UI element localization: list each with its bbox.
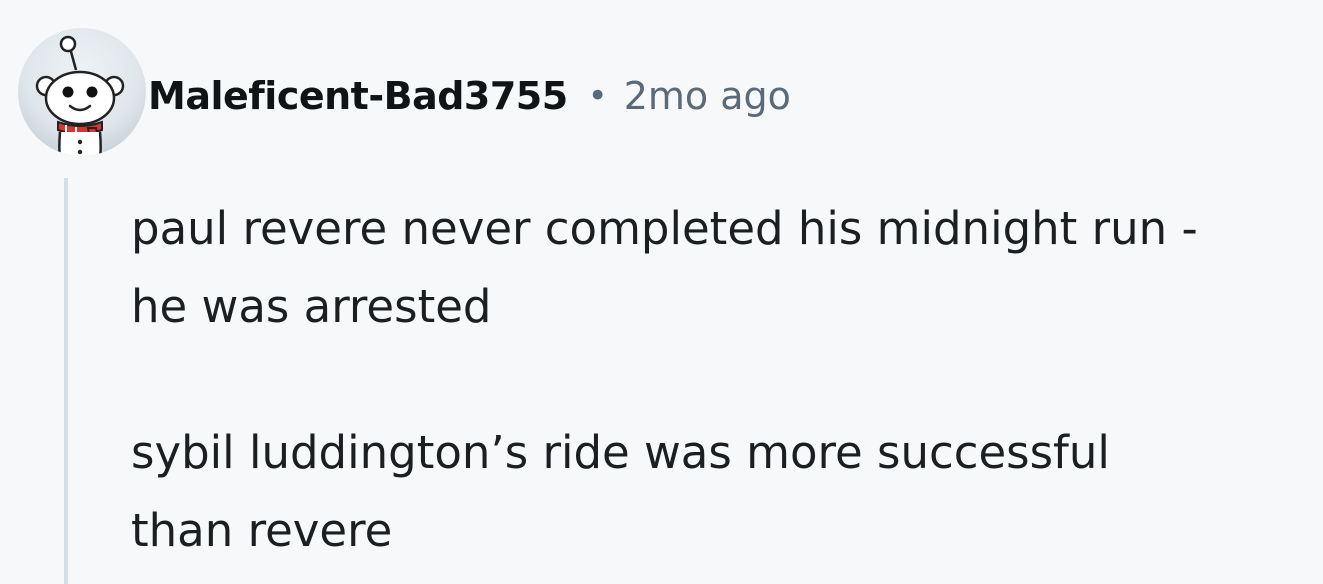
comment-header: Maleficent-Bad3755 • 2mo ago (148, 64, 791, 128)
separator-dot: • (587, 76, 608, 116)
comment: Maleficent-Bad3755 • 2mo ago paul revere… (0, 0, 1323, 584)
username-link[interactable]: Maleficent-Bad3755 (148, 74, 568, 118)
user-avatar[interactable] (18, 28, 146, 156)
comment-body: paul revere never completed his midnight… (131, 190, 1311, 570)
comment-paragraph: paul revere never completed his midnight… (131, 202, 1198, 333)
thread-collapse-line[interactable] (64, 178, 68, 584)
reddit-snoo-avatar-icon (35, 35, 125, 156)
comment-paragraph: sybil luddington’s ride was more success… (131, 426, 1110, 557)
timestamp-link[interactable]: 2mo ago (624, 74, 791, 118)
